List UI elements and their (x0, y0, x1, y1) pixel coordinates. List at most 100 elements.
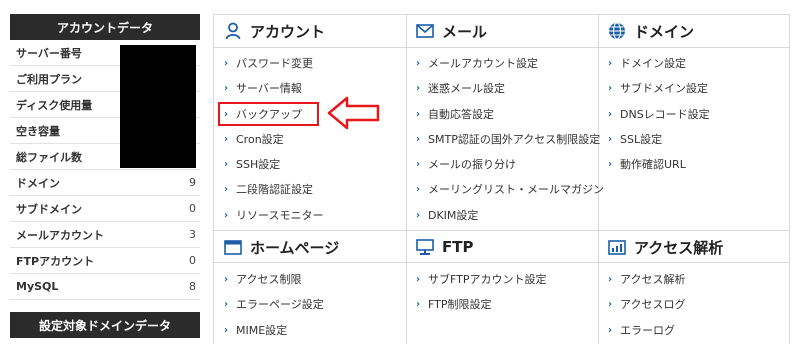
sidebar-row-mysql: MySQL 8 (10, 274, 200, 300)
chevron-right-icon: › (608, 158, 613, 170)
link-label: アクセス制限 (236, 273, 302, 286)
link-label: エラーページ設定 (236, 298, 324, 311)
row-label: メールアカウント (16, 228, 104, 242)
link-mailing-list[interactable]: › メーリングリスト・メールマガジン (416, 179, 604, 199)
link-label: アクセスログ (620, 298, 686, 311)
link-label: DKIM設定 (428, 209, 479, 222)
link-label: エラーログ (620, 324, 675, 337)
arrow-left-icon (327, 96, 380, 130)
sidebar-row-subdomains: サブドメイン 0 (10, 196, 200, 222)
header-divider (214, 47, 790, 48)
link-label: 自動応答設定 (428, 108, 494, 121)
chevron-right-icon: › (224, 183, 229, 195)
link-label: アクセス解析 (620, 273, 686, 286)
monitor-icon (416, 238, 434, 256)
chevron-right-icon: › (224, 82, 229, 94)
sidebar-row-ftp-accounts: FTPアカウント 0 (10, 248, 200, 274)
chevron-right-icon: › (608, 298, 613, 310)
link-label: SSH設定 (236, 158, 281, 171)
row-value: 9 (189, 176, 196, 189)
link-ssl-settings[interactable]: › SSL設定 (608, 129, 662, 149)
link-access-restriction[interactable]: › アクセス制限 (224, 269, 301, 289)
menu-grid: アカウント › パスワード変更 › サーバー情報 › バックアップ › Cron設定 ›… (213, 14, 790, 344)
chevron-right-icon: › (416, 57, 421, 69)
backup-highlight-box (218, 102, 319, 126)
link-label: SSL設定 (620, 133, 663, 146)
section-title-analytics: アクセス解析 (608, 231, 723, 263)
chevron-right-icon: › (224, 57, 229, 69)
link-error-page-settings[interactable]: › エラーページ設定 (224, 294, 324, 314)
link-label: MIME設定 (236, 324, 288, 337)
link-domain-settings[interactable]: › ドメイン設定 (608, 53, 686, 73)
section-title-homepage: ホームページ (224, 231, 339, 263)
link-mail-account-settings[interactable]: › メールアカウント設定 (416, 53, 538, 73)
link-dns-record-settings[interactable]: › DNSレコード設定 (608, 104, 710, 124)
chevron-right-icon: › (224, 133, 229, 145)
user-icon (224, 22, 242, 40)
section-title-ftp: FTP (416, 231, 473, 263)
row-label: ディスク使用量 (16, 98, 93, 112)
section-title-label: FTP (442, 238, 474, 256)
chevron-right-icon: › (416, 298, 421, 310)
chevron-right-icon: › (416, 133, 421, 145)
row-label: 総ファイル数 (16, 150, 82, 164)
chevron-right-icon: › (224, 273, 229, 285)
link-resource-monitor[interactable]: › リソースモニター (224, 205, 323, 225)
row-value: 0 (189, 202, 196, 215)
redaction-block (120, 45, 196, 168)
column-divider (406, 15, 407, 344)
section-title-label: メール (442, 22, 488, 41)
chevron-right-icon: › (608, 324, 613, 336)
row-label: ドメイン (16, 176, 60, 190)
link-label: メールアカウント設定 (428, 57, 538, 70)
link-access-log[interactable]: › アクセスログ (608, 294, 685, 314)
browser-window-icon (224, 238, 242, 256)
chevron-right-icon: › (416, 209, 421, 221)
row-label: FTPアカウント (16, 254, 95, 268)
chevron-right-icon: › (608, 273, 613, 285)
link-label: 二段階認証設定 (236, 183, 313, 196)
row-value: 0 (189, 254, 196, 267)
link-sub-ftp-account-settings[interactable]: › サブFTPアカウント設定 (416, 269, 547, 289)
chevron-right-icon: › (224, 158, 229, 170)
row-label: MySQL (16, 280, 59, 293)
link-label: リソースモニター (236, 209, 324, 222)
chevron-right-icon: › (608, 108, 613, 120)
link-label: メールの振り分け (428, 158, 516, 171)
link-mail-filter[interactable]: › メールの振り分け (416, 154, 516, 174)
link-spam-settings[interactable]: › 迷惑メール設定 (416, 78, 505, 98)
link-test-url[interactable]: › 動作確認URL (608, 154, 686, 174)
link-subdomain-settings[interactable]: › サブドメイン設定 (608, 78, 708, 98)
link-auto-reply-settings[interactable]: › 自動応答設定 (416, 104, 494, 124)
link-smtp-restriction-settings[interactable]: › SMTP認証の国外アクセス制限設定 (416, 129, 600, 149)
link-mime-settings[interactable]: › MIME設定 (224, 320, 287, 340)
chevron-right-icon: › (416, 273, 421, 285)
chevron-right-icon: › (608, 57, 613, 69)
link-access-analytics[interactable]: › アクセス解析 (608, 269, 685, 289)
section-title-label: アカウント (250, 22, 326, 41)
link-ssh-settings[interactable]: › SSH設定 (224, 154, 280, 174)
envelope-icon (416, 22, 434, 40)
chevron-right-icon: › (416, 183, 421, 195)
link-password-change[interactable]: › パスワード変更 (224, 53, 313, 73)
row-value: 8 (189, 280, 196, 293)
row-label: サーバー番号 (16, 46, 82, 60)
row-label: ご利用プラン (16, 72, 82, 86)
link-label: 動作確認URL (620, 158, 686, 171)
chevron-right-icon: › (416, 108, 421, 120)
link-label: 迷惑メール設定 (428, 82, 505, 95)
link-label: DNSレコード設定 (620, 108, 710, 121)
section-title-label: ホームページ (250, 238, 340, 257)
chevron-right-icon: › (224, 209, 229, 221)
chevron-right-icon: › (608, 82, 613, 94)
row-label: 空き容量 (16, 124, 60, 138)
section-title-account: アカウント (224, 15, 325, 47)
link-ftp-restriction-settings[interactable]: › FTP制限設定 (416, 294, 492, 314)
link-error-log[interactable]: › エラーログ (608, 320, 675, 340)
link-label: メーリングリスト・メールマガジン (428, 183, 604, 196)
link-server-info[interactable]: › サーバー情報 (224, 78, 302, 98)
link-dkim-settings[interactable]: › DKIM設定 (416, 205, 478, 225)
link-label: SMTP認証の国外アクセス制限設定 (428, 133, 601, 146)
link-two-factor-settings[interactable]: › 二段階認証設定 (224, 179, 313, 199)
link-cron-settings[interactable]: › Cron設定 (224, 129, 284, 149)
